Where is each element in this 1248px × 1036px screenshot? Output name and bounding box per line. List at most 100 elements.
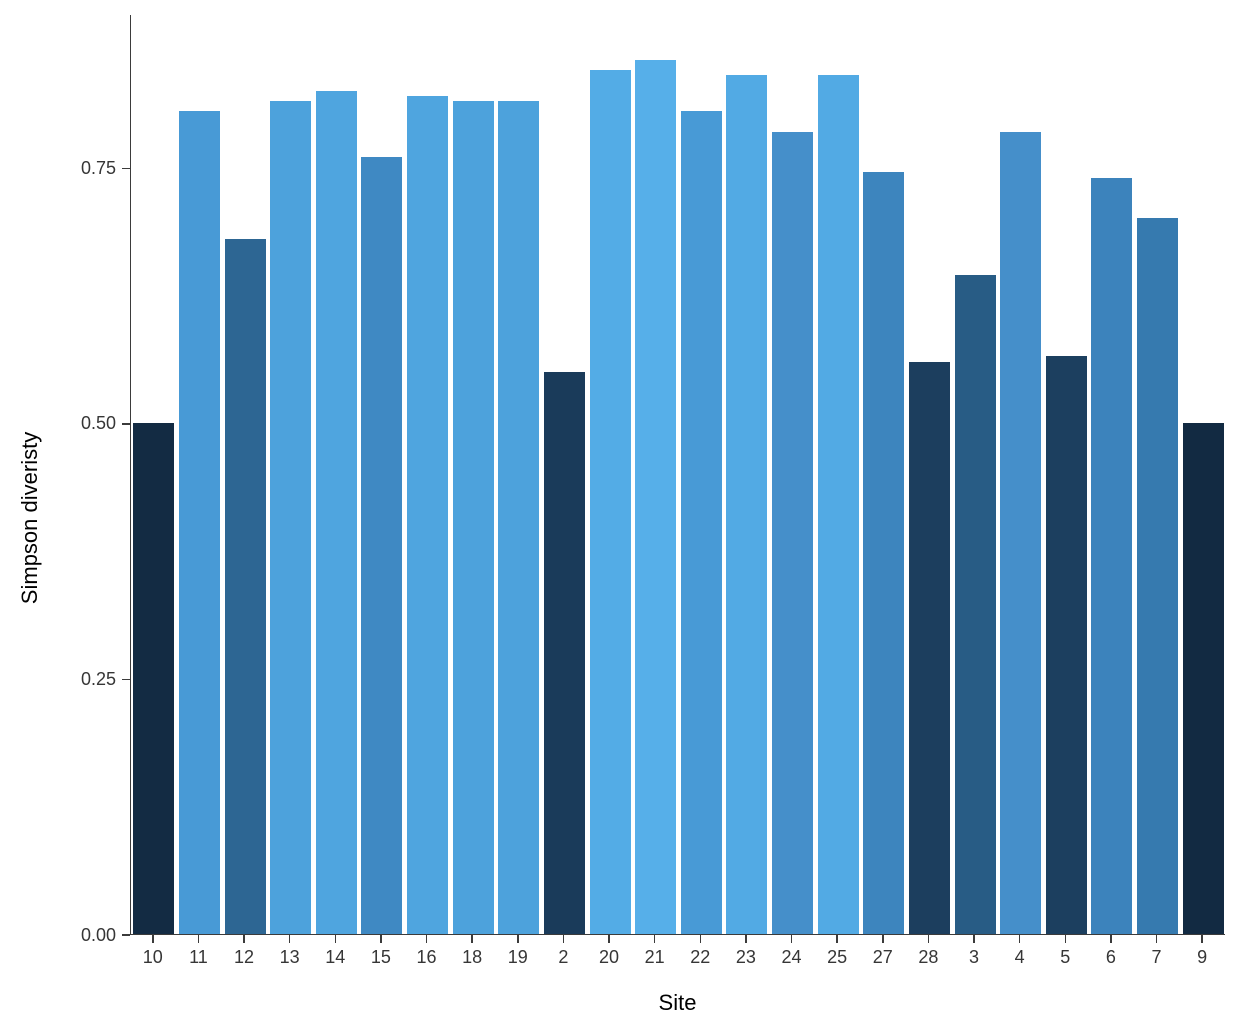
x-tick: 20 xyxy=(589,935,629,968)
x-tick-label: 6 xyxy=(1106,947,1116,968)
bar xyxy=(453,101,494,934)
x-tick-label: 22 xyxy=(690,947,710,968)
bar xyxy=(544,372,585,934)
x-tick: 24 xyxy=(772,935,812,968)
x-tick: 25 xyxy=(817,935,857,968)
x-tick-label: 16 xyxy=(417,947,437,968)
x-tick-label: 4 xyxy=(1015,947,1025,968)
bar xyxy=(1183,423,1224,934)
bar xyxy=(361,157,402,934)
x-tick-label: 24 xyxy=(782,947,802,968)
x-tick-mark xyxy=(243,935,245,943)
x-tick-mark xyxy=(1065,935,1067,943)
y-tick-mark xyxy=(122,168,130,170)
x-tick: 15 xyxy=(361,935,401,968)
x-tick: 27 xyxy=(863,935,903,968)
x-tick: 21 xyxy=(635,935,675,968)
x-tick-mark xyxy=(1201,935,1203,943)
x-tick-label: 10 xyxy=(143,947,163,968)
y-tick-mark xyxy=(122,423,130,425)
x-tick-mark xyxy=(973,935,975,943)
x-tick: 2 xyxy=(543,935,583,968)
x-tick: 18 xyxy=(452,935,492,968)
x-tick-mark xyxy=(1019,935,1021,943)
bar xyxy=(133,423,174,934)
x-tick-mark xyxy=(928,935,930,943)
y-tick-label: 0.00 xyxy=(81,925,116,946)
x-tick-label: 25 xyxy=(827,947,847,968)
x-tick: 14 xyxy=(315,935,355,968)
y-tick: 0.75 xyxy=(0,158,130,178)
bar xyxy=(407,96,448,934)
x-tick-mark xyxy=(1156,935,1158,943)
x-tick-mark xyxy=(563,935,565,943)
y-tick-label: 0.50 xyxy=(81,413,116,434)
x-tick-mark xyxy=(791,935,793,943)
x-tick: 22 xyxy=(680,935,720,968)
x-tick-mark xyxy=(608,935,610,943)
x-tick-mark xyxy=(654,935,656,943)
x-tick: 4 xyxy=(1000,935,1040,968)
bar xyxy=(1000,132,1041,934)
x-tick-mark xyxy=(152,935,154,943)
x-tick-mark xyxy=(882,935,884,943)
x-axis-ticks: 1011121314151618192202122232425272834567… xyxy=(130,935,1225,975)
x-tick-label: 2 xyxy=(558,947,568,968)
y-tick-label: 0.25 xyxy=(81,669,116,690)
bar xyxy=(681,111,722,934)
x-tick-label: 15 xyxy=(371,947,391,968)
bar xyxy=(909,362,950,934)
bar xyxy=(863,172,904,934)
x-tick-label: 27 xyxy=(873,947,893,968)
x-tick: 11 xyxy=(178,935,218,968)
x-tick-label: 12 xyxy=(234,947,254,968)
x-tick-mark xyxy=(289,935,291,943)
x-tick-label: 13 xyxy=(280,947,300,968)
x-tick: 28 xyxy=(908,935,948,968)
bar xyxy=(955,275,996,934)
bar xyxy=(1046,356,1087,934)
x-tick: 5 xyxy=(1045,935,1085,968)
bar xyxy=(590,70,631,934)
x-tick: 16 xyxy=(407,935,447,968)
x-tick: 13 xyxy=(270,935,310,968)
y-tick: 0.50 xyxy=(0,414,130,434)
x-tick-label: 20 xyxy=(599,947,619,968)
x-tick: 9 xyxy=(1182,935,1222,968)
bar xyxy=(270,101,311,934)
x-tick: 7 xyxy=(1137,935,1177,968)
bar xyxy=(1091,178,1132,934)
bars-group xyxy=(131,15,1225,934)
x-tick: 23 xyxy=(726,935,766,968)
bar xyxy=(498,101,539,934)
x-tick-label: 11 xyxy=(189,947,208,968)
x-tick-mark xyxy=(426,935,428,943)
x-tick-label: 23 xyxy=(736,947,756,968)
x-tick: 3 xyxy=(954,935,994,968)
x-tick-mark xyxy=(198,935,200,943)
bar xyxy=(772,132,813,934)
x-tick-mark xyxy=(1110,935,1112,943)
x-tick-label: 14 xyxy=(325,947,345,968)
x-tick: 10 xyxy=(133,935,173,968)
x-tick-mark xyxy=(335,935,337,943)
x-axis-label: Site xyxy=(130,990,1225,1016)
x-tick-mark xyxy=(745,935,747,943)
x-tick: 6 xyxy=(1091,935,1131,968)
y-tick-label: 0.75 xyxy=(81,158,116,179)
x-tick-label: 7 xyxy=(1152,947,1162,968)
bar xyxy=(635,60,676,934)
x-tick-label: 9 xyxy=(1197,947,1207,968)
y-tick-mark xyxy=(122,934,130,936)
x-tick-label: 21 xyxy=(645,947,665,968)
bar xyxy=(726,75,767,934)
bar xyxy=(818,75,859,934)
y-tick: 0.25 xyxy=(0,669,130,689)
bar xyxy=(225,239,266,934)
y-tick-mark xyxy=(122,679,130,681)
x-tick-label: 5 xyxy=(1060,947,1070,968)
y-axis-ticks: 0.000.250.500.75 xyxy=(0,15,130,935)
bar xyxy=(179,111,220,934)
x-tick-label: 3 xyxy=(969,947,979,968)
x-tick-mark xyxy=(517,935,519,943)
